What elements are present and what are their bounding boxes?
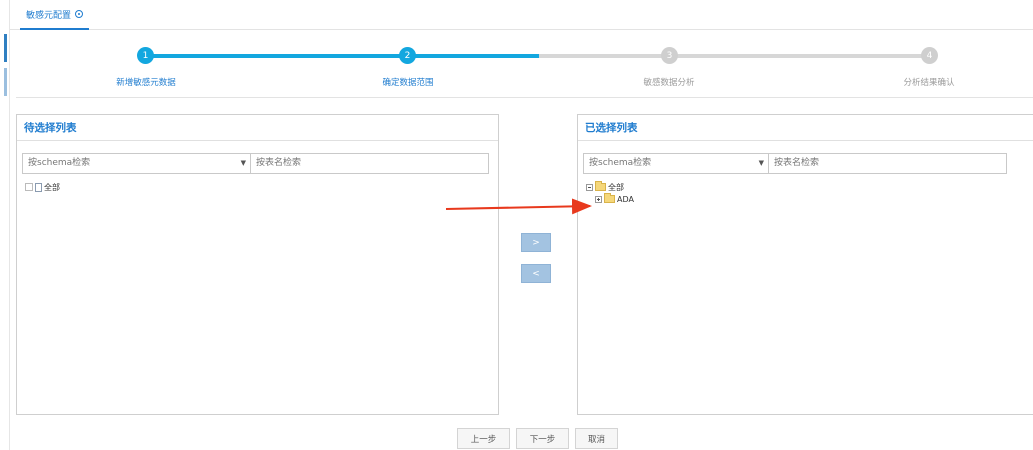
close-circle-icon[interactable] — [75, 10, 84, 18]
tree-node-all[interactable]: 全部 — [586, 181, 634, 193]
footer-actions: 上一步 下一步 取消 — [457, 428, 618, 449]
filter-row: 按schema检索 ▼ 按表名检索 — [22, 153, 489, 174]
tree-node-all[interactable]: 全部 — [25, 181, 60, 193]
panel-title: 待选择列表 — [17, 115, 498, 141]
schema-select-placeholder: 按schema检索 — [589, 158, 652, 168]
pending-tree: 全部 — [25, 181, 60, 193]
schema-select-placeholder: 按schema检索 — [28, 158, 91, 168]
next-step-button[interactable]: 下一步 — [516, 428, 569, 449]
document-icon — [35, 182, 42, 192]
step-label-4: 分析结果确认 — [903, 78, 955, 88]
expand-icon[interactable] — [595, 195, 602, 203]
step-node-3: 3 — [661, 47, 678, 64]
schema-select[interactable]: 按schema检索 ▼ — [22, 153, 251, 174]
step-label-1: 新增敏感元数据 — [116, 78, 176, 88]
add-to-selected-button[interactable]: > — [521, 233, 551, 252]
cancel-button[interactable]: 取消 — [575, 428, 618, 449]
tree-node-label: 全部 — [44, 182, 60, 192]
selected-list-panel: 已选择列表 按schema检索 ▼ 按表名检索 全部 ADA — [577, 114, 1033, 415]
progress-track-pending — [539, 54, 930, 58]
table-name-input[interactable]: 按表名检索 — [251, 153, 489, 174]
left-edge-strip — [0, 0, 10, 450]
step-progress: 1 2 3 4 新增敏感元数据 确定数据范围 敏感数据分析 分析结果确认 — [16, 30, 1033, 98]
tab-bar: 敏感元配置 — [10, 0, 1033, 30]
tab-sensitive-config[interactable]: 敏感元配置 — [20, 0, 90, 30]
filter-row: 按schema检索 ▼ 按表名检索 — [583, 153, 1007, 174]
tree-node-ada[interactable]: ADA — [586, 193, 634, 205]
chevron-down-icon: ▼ — [758, 159, 764, 167]
pending-list-panel: 待选择列表 按schema检索 ▼ 按表名检索 全部 — [16, 114, 499, 415]
side-indicator-secondary — [4, 68, 7, 96]
step-label-3: 敏感数据分析 — [643, 78, 695, 88]
folder-icon — [595, 181, 606, 191]
chevron-down-icon: ▼ — [240, 159, 246, 167]
remove-from-selected-button[interactable]: < — [521, 264, 551, 283]
tab-label: 敏感元配置 — [26, 10, 72, 21]
panel-title: 已选择列表 — [578, 115, 1033, 141]
previous-step-button[interactable]: 上一步 — [457, 428, 510, 449]
step-node-2: 2 — [399, 47, 416, 64]
checkbox[interactable] — [25, 183, 33, 191]
table-name-input[interactable]: 按表名检索 — [769, 153, 1007, 174]
step-label-2: 确定数据范围 — [382, 78, 434, 88]
schema-select[interactable]: 按schema检索 ▼ — [583, 153, 769, 174]
tree-node-label: 全部 — [608, 182, 624, 192]
folder-icon — [604, 193, 615, 203]
selected-tree: 全部 ADA — [586, 181, 634, 205]
progress-track-done — [146, 54, 539, 58]
tree-node-label: ADA — [617, 194, 634, 204]
side-indicator — [4, 34, 7, 62]
collapse-icon[interactable] — [586, 183, 593, 191]
step-node-4: 4 — [921, 47, 938, 64]
step-node-1: 1 — [137, 47, 154, 64]
